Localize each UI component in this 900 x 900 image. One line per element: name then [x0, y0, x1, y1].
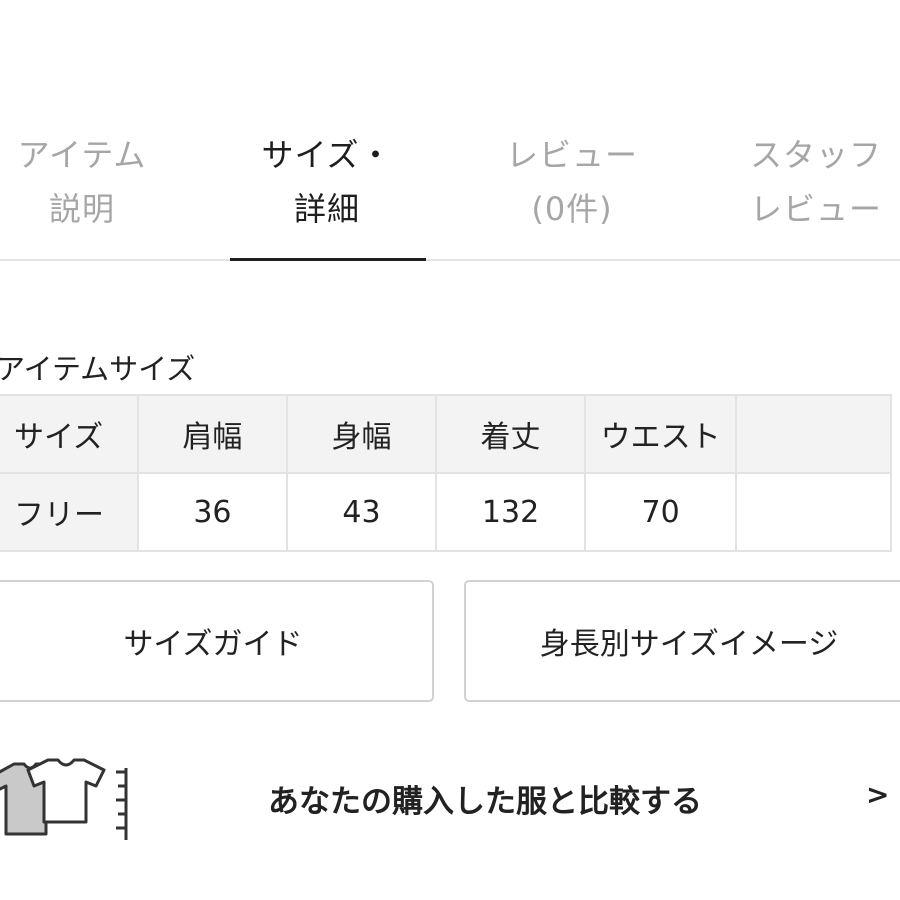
height-size-image-button[interactable]: 身長別サイズイメージ — [464, 580, 900, 702]
tab-item-description[interactable]: アイテム 説明 — [0, 128, 182, 236]
tshirt-compare-icon — [0, 752, 140, 846]
size-guide-button[interactable]: サイズガイド — [0, 580, 434, 702]
chevron-right-icon: > — [866, 778, 890, 811]
length-value: 132 — [435, 472, 587, 552]
length-header: 着丈 — [435, 394, 587, 474]
compare-purchased-link[interactable]: あなたの購入した服と比較する > — [0, 742, 900, 852]
tab-divider — [0, 259, 900, 261]
tab-item-description-line2: 説明 — [48, 190, 115, 228]
tab-size-details-line1: サイズ・ — [261, 136, 393, 174]
shoulder-width-value: 36 — [136, 472, 288, 552]
waist-value: 70 — [584, 472, 738, 552]
body-width-value: 43 — [285, 472, 438, 552]
size-table: サイズ 肩幅 身幅 着丈 ウエスト フリー 36 43 132 70 — [0, 394, 892, 552]
tab-size-details[interactable]: サイズ・ 詳細 — [227, 128, 427, 236]
size-table-header-row: サイズ 肩幅 身幅 着丈 ウエスト — [0, 394, 892, 474]
waist-header: ウエスト — [584, 394, 738, 474]
compare-text: あなたの購入した服と比較する — [268, 784, 702, 820]
tab-staff-reviews[interactable]: スタッフ レビュー — [716, 128, 900, 236]
body-width-header: 身幅 — [285, 394, 438, 474]
tab-bar: アイテム 説明 サイズ・ 詳細 レビュー (0件) スタッフ レビュー — [0, 0, 900, 262]
tab-reviews-line2: (0件) — [531, 190, 613, 228]
size-column-header: サイズ — [0, 394, 139, 474]
size-table-row: フリー 36 43 132 70 — [0, 472, 892, 552]
tab-reviews[interactable]: レビュー (0件) — [472, 128, 672, 236]
tab-item-description-line1: アイテム — [17, 136, 147, 174]
size-value-free: フリー — [0, 472, 139, 552]
tab-size-details-line2: 詳細 — [293, 190, 360, 228]
tab-staff-reviews-line2: レビュー — [749, 190, 882, 228]
empty-header — [735, 394, 892, 474]
tab-reviews-line1: レビュー — [505, 136, 638, 174]
shoulder-width-header: 肩幅 — [136, 394, 288, 474]
empty-value — [735, 472, 892, 552]
tab-staff-reviews-line1: スタッフ — [749, 136, 882, 174]
active-tab-indicator — [230, 258, 426, 261]
item-size-title: アイテムサイズ — [0, 352, 196, 386]
